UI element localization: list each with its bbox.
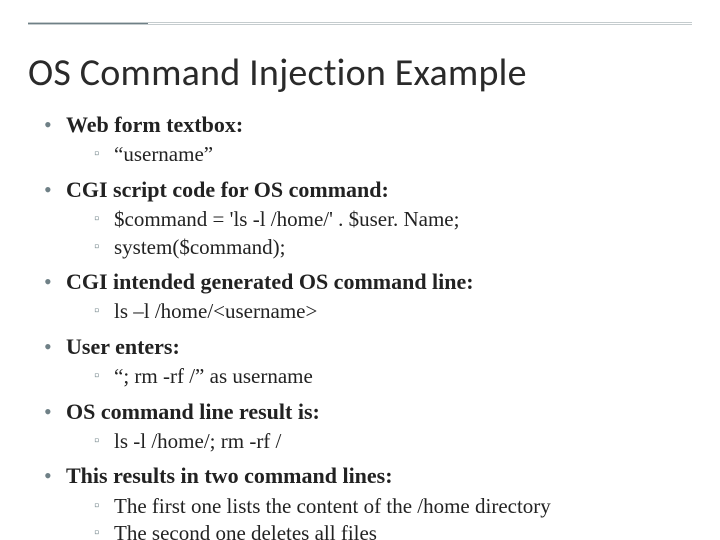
sub-list: ls –l /home/<username> [66,298,692,326]
sub-list: The first one lists the content of the /… [66,493,692,540]
slide-title: OS Command Injection Example [28,50,692,96]
bullet-label: CGI script code for OS command: [66,177,389,202]
sub-item: ls –l /home/<username> [94,298,692,326]
sub-list: $command = 'ls -l /home/' . $user. Name;… [66,206,692,261]
slide: OS Command Injection Example Web form te… [0,0,720,540]
sub-item: $command = 'ls -l /home/' . $user. Name; [94,206,692,234]
sub-item: The second one deletes all files [94,520,692,540]
bullet-label: OS command line result is: [66,399,320,424]
sub-list: “username” [66,141,692,169]
bullet-label: This results in two command lines: [66,463,393,488]
list-item: CGI script code for OS command: $command… [44,175,692,261]
sub-item: The first one lists the content of the /… [94,493,692,521]
title-rule [28,22,692,25]
sub-list: “; rm -rf /” as username [66,363,692,391]
sub-item: system($command); [94,234,692,262]
list-item: This results in two command lines: The f… [44,461,692,540]
bullet-label: Web form textbox: [66,112,243,137]
sub-item: “username” [94,141,692,169]
list-item: User enters: “; rm -rf /” as username [44,332,692,391]
sub-list: ls -l /home/; rm -rf / [66,428,692,456]
bullet-label: User enters: [66,334,180,359]
list-item: CGI intended generated OS command line: … [44,267,692,326]
bullet-label: CGI intended generated OS command line: [66,269,474,294]
sub-item: ls -l /home/; rm -rf / [94,428,692,456]
list-item: OS command line result is: ls -l /home/;… [44,397,692,456]
sub-item: “; rm -rf /” as username [94,363,692,391]
list-item: Web form textbox: “username” [44,110,692,169]
bullet-list: Web form textbox: “username” CGI script … [44,110,692,540]
